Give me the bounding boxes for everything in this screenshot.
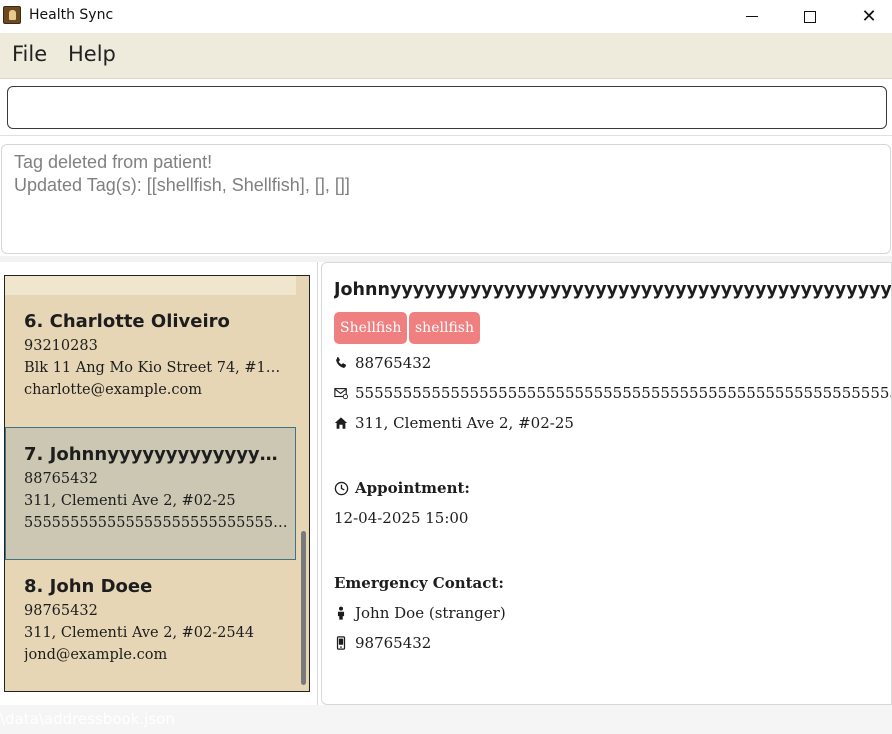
menu-file[interactable]: File: [12, 42, 47, 66]
detail-email: 5555555555555555555555555555555555555555…: [355, 384, 891, 402]
clock-icon: [334, 481, 349, 495]
card-address: 311, Clementi Ave 2, #02-2544: [24, 625, 255, 641]
mobile-phone-icon: [336, 636, 346, 650]
close-button[interactable]: ✕: [840, 0, 892, 33]
card-email: 5555555555555555555555555555555555555555…: [24, 515, 288, 531]
scrollbar-thumb[interactable]: [301, 531, 306, 685]
tag-badge: shellfish: [409, 312, 480, 344]
close-icon: ✕: [861, 5, 877, 27]
command-input[interactable]: [7, 86, 887, 129]
menu-help[interactable]: Help: [68, 42, 116, 66]
result-line-1: Tag deleted from patient!: [14, 152, 213, 172]
list-item-partial[interactable]: [5, 276, 296, 295]
command-box-container: [0, 80, 892, 136]
emergency-phone: 98765432: [355, 634, 432, 652]
card-name: 8. John Doee: [24, 576, 153, 597]
detail-address-row: 311, Clementi Ave 2, #02-25: [334, 412, 574, 434]
status-file-path: \data\addressbook.json: [0, 710, 175, 728]
emergency-contact-label-row: Emergency Contact:: [334, 572, 504, 594]
minimize-icon: [746, 16, 758, 17]
home-icon: [334, 417, 348, 429]
patient-detail-panel: Johnnyyyyyyyyyyyyyyyyyyyyyyyyyyyyyyyyyyy…: [321, 262, 892, 705]
patient-list[interactable]: 6. Charlotte Oliveiro 93210283 Blk 11 An…: [4, 275, 310, 692]
card-phone: 98765432: [24, 603, 98, 619]
result-display: Tag deleted from patient! Updated Tag(s)…: [1, 144, 891, 254]
app-icon: [3, 6, 21, 24]
emergency-contact-label: Emergency Contact:: [334, 574, 504, 592]
card-name: 7. Johnnyyyyyyyyyyyyyyyyyyyyyyyyyyyy: [24, 444, 286, 465]
card-email: charlotte@example.com: [24, 382, 203, 398]
phone-icon: [336, 357, 346, 368]
minimize-button[interactable]: [723, 0, 781, 33]
emergency-name-row: John Doe (stranger): [334, 602, 506, 624]
maximize-icon: [804, 10, 816, 23]
email-icon: [334, 388, 348, 400]
appointment-label: Appointment:: [355, 479, 470, 497]
card-address: 311, Clementi Ave 2, #02-25: [24, 493, 236, 509]
card-name: 6. Charlotte Oliveiro: [24, 311, 230, 332]
appointment-label-row: Appointment:: [334, 477, 470, 499]
status-bar: \data\addressbook.json: [0, 705, 892, 734]
emergency-name: John Doe (stranger): [355, 604, 506, 622]
emergency-phone-row: 98765432: [334, 632, 431, 654]
window-title: Health Sync: [29, 7, 114, 23]
detail-phone: 88765432: [355, 354, 432, 372]
list-item[interactable]: 6. Charlotte Oliveiro 93210283 Blk 11 An…: [5, 295, 296, 428]
maximize-button[interactable]: [781, 0, 839, 33]
list-item[interactable]: 8. John Doee 98765432 311, Clementi Ave …: [5, 560, 296, 691]
menu-bar: File Help: [0, 33, 892, 79]
result-line-2: Updated Tag(s): [[shellfish, Shellfish],…: [14, 175, 350, 195]
detail-email-row: 5555555555555555555555555555555555555555…: [334, 382, 891, 404]
title-bar: Health Sync ✕: [0, 0, 892, 33]
appointment-value: 12-04-2025 15:00: [334, 509, 469, 527]
card-email: jond@example.com: [24, 647, 168, 663]
appointment-value-row: 12-04-2025 15:00: [334, 507, 468, 529]
card-phone: 88765432: [24, 471, 98, 487]
person-icon: [337, 606, 345, 620]
detail-address: 311, Clementi Ave 2, #02-25: [355, 414, 574, 432]
card-phone: 93210283: [24, 338, 98, 354]
tag-badge: Shellfish: [334, 312, 408, 344]
list-item-selected[interactable]: 7. Johnnyyyyyyyyyyyyyyyyyyyyyyyyyyyy 887…: [5, 427, 296, 560]
detail-name: Johnnyyyyyyyyyyyyyyyyyyyyyyyyyyyyyyyyyyy…: [334, 280, 892, 300]
detail-phone-row: 88765432: [334, 352, 431, 374]
card-address: Blk 11 Ang Mo Kio Street 74, #11-04: [24, 360, 288, 376]
patient-list-panel: 6. Charlotte Oliveiro 93210283 Blk 11 An…: [0, 262, 318, 705]
